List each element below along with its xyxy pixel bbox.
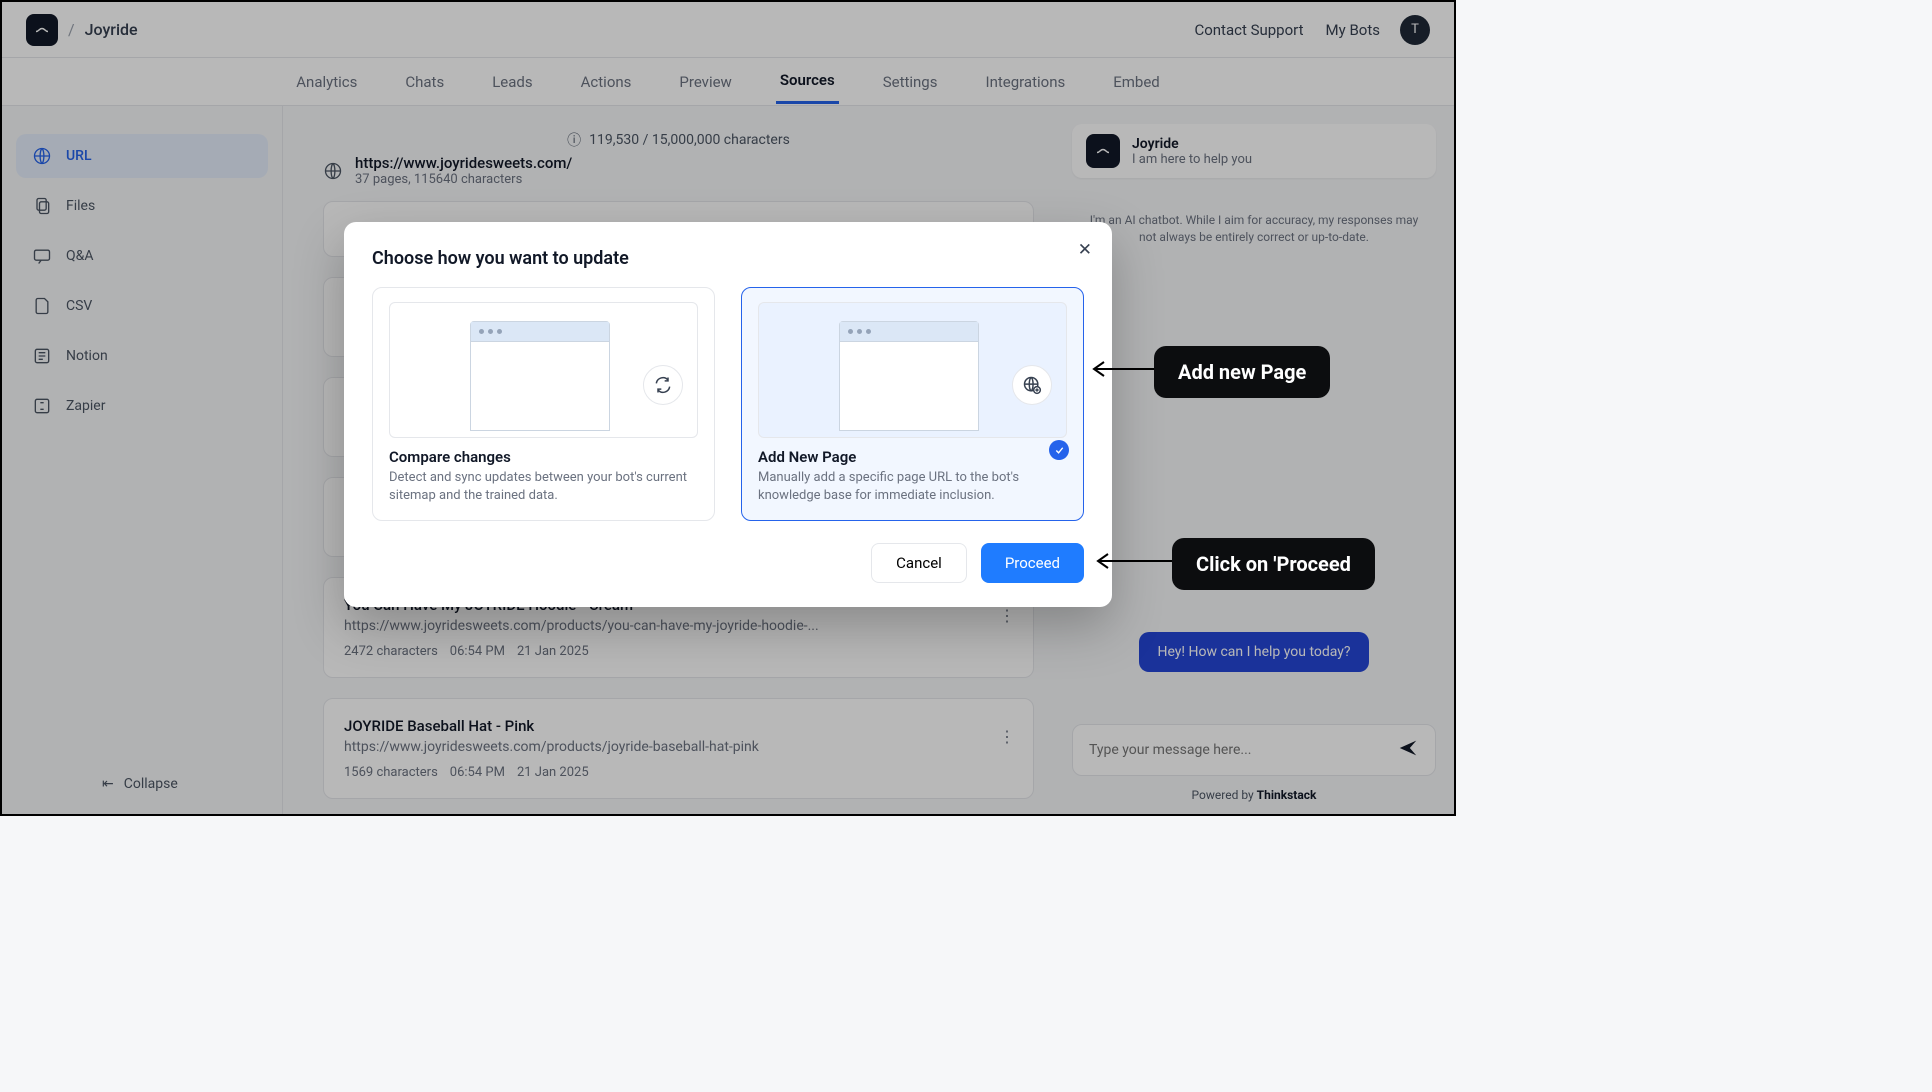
modal-backdrop: ✕ Choose how you want to update Compare … xyxy=(2,2,1454,814)
globe-plus-icon xyxy=(1012,365,1052,405)
choice-add-new-page[interactable]: Add New Page Manually add a specific pag… xyxy=(741,287,1084,521)
sync-icon xyxy=(643,365,683,405)
choice-title: Compare changes xyxy=(389,448,698,466)
modal-title: Choose how you want to update xyxy=(372,248,1084,269)
choice-desc: Detect and sync updates between your bot… xyxy=(389,469,698,504)
compare-illustration xyxy=(389,302,698,438)
add-page-illustration xyxy=(758,302,1067,438)
close-icon[interactable]: ✕ xyxy=(1078,240,1092,260)
annotation-click-proceed: Click on 'Proceed xyxy=(1172,538,1375,590)
choice-title: Add New Page xyxy=(758,448,1067,466)
annotation-add-page: Add new Page xyxy=(1154,346,1330,398)
cancel-button[interactable]: Cancel xyxy=(871,543,967,583)
choice-compare-changes[interactable]: Compare changes Detect and sync updates … xyxy=(372,287,715,521)
proceed-button[interactable]: Proceed xyxy=(981,543,1084,583)
check-icon xyxy=(1049,440,1069,460)
choice-desc: Manually add a specific page URL to the … xyxy=(758,469,1067,504)
update-choice-modal: ✕ Choose how you want to update Compare … xyxy=(344,222,1112,607)
